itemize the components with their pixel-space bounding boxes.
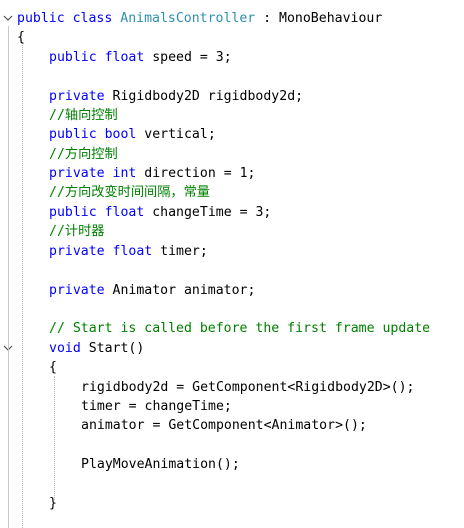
keyword: void — [49, 341, 81, 356]
code-editor[interactable]: public class AnimalsController : MonoBeh… — [0, 0, 464, 528]
keyword: float — [104, 205, 145, 220]
code-text: changeTime = 3; — [144, 205, 272, 220]
keyword: public — [49, 127, 97, 142]
comment: //计时器 — [49, 224, 105, 239]
code-text: speed = 3; — [144, 50, 232, 65]
code-text: PlayMoveAnimation(); — [81, 457, 240, 472]
code-text: Rigidbody2D rigidbody2d; — [104, 89, 304, 104]
code-line-17[interactable]: // Start is called before the first fram… — [49, 319, 430, 338]
code-line-20[interactable]: rigidbody2d = GetComponent<Rigidbody2D>(… — [81, 378, 414, 397]
keyword: private — [49, 89, 105, 104]
code-text: vertical; — [136, 127, 216, 142]
code-line-19[interactable]: { — [49, 358, 57, 377]
code-line-26[interactable]: } — [49, 494, 57, 513]
code-text: timer; — [152, 244, 208, 259]
comment: //轴向控制 — [49, 108, 118, 123]
code-line-22[interactable]: animator = GetComponent<Animator>(); — [81, 416, 367, 435]
class-name: AnimalsController — [120, 11, 256, 26]
keyword: public — [49, 205, 97, 220]
code-line-1[interactable]: public class AnimalsController : MonoBeh… — [17, 9, 382, 28]
open-brace: { — [17, 30, 25, 45]
comment: //方向控制 — [49, 147, 118, 162]
indent-guide-class — [22, 42, 23, 528]
code-text: direction = 1; — [136, 166, 256, 181]
collapse-class-icon[interactable] — [3, 13, 13, 23]
code-text: Start() — [80, 341, 145, 356]
code-line-18[interactable]: void Start() — [49, 339, 144, 358]
code-line-6[interactable]: //轴向控制 — [49, 106, 118, 125]
keyword: private — [49, 244, 105, 259]
keyword: float — [104, 50, 145, 65]
code-text: timer = changeTime; — [81, 399, 232, 414]
code-text: Animator animator; — [104, 283, 256, 298]
keyword: class — [72, 11, 113, 26]
close-brace: } — [49, 496, 57, 511]
code-line-5[interactable]: private Rigidbody2D rigidbody2d; — [49, 87, 303, 106]
code-text: animator = GetComponent<Animator>(); — [81, 418, 367, 433]
code-line-13[interactable]: private float timer; — [49, 242, 208, 261]
code-line-21[interactable]: timer = changeTime; — [81, 397, 232, 416]
code-text: : MonoBehaviour — [255, 11, 383, 26]
code-line-3[interactable]: public float speed = 3; — [49, 48, 232, 67]
keyword: bool — [104, 127, 137, 142]
keyword: private — [49, 166, 105, 181]
code-line-24[interactable]: PlayMoveAnimation(); — [81, 455, 240, 474]
keyword: float — [112, 244, 153, 259]
comment: // Start is called before the first fram… — [49, 321, 431, 336]
keyword: public — [49, 50, 97, 65]
code-line-10[interactable]: //方向改变时间间隔，常量 — [49, 183, 210, 202]
open-brace: { — [49, 360, 57, 375]
indent-guide-method — [54, 376, 55, 500]
keyword: public — [17, 11, 65, 26]
keyword: int — [112, 166, 137, 181]
code-line-8[interactable]: //方向控制 — [49, 145, 118, 164]
code-line-7[interactable]: public bool vertical; — [49, 125, 216, 144]
keyword: private — [49, 283, 105, 298]
fold-gutter — [0, 0, 17, 528]
code-text: rigidbody2d = GetComponent<Rigidbody2D>(… — [81, 380, 415, 395]
code-line-9[interactable]: private int direction = 1; — [49, 164, 255, 183]
class-fold-line — [8, 26, 9, 528]
comment: //方向改变时间间隔，常量 — [49, 185, 210, 200]
code-line-2[interactable]: { — [17, 28, 25, 47]
code-line-15[interactable]: private Animator animator; — [49, 281, 255, 300]
code-line-12[interactable]: //计时器 — [49, 222, 104, 241]
code-line-11[interactable]: public float changeTime = 3; — [49, 203, 271, 222]
